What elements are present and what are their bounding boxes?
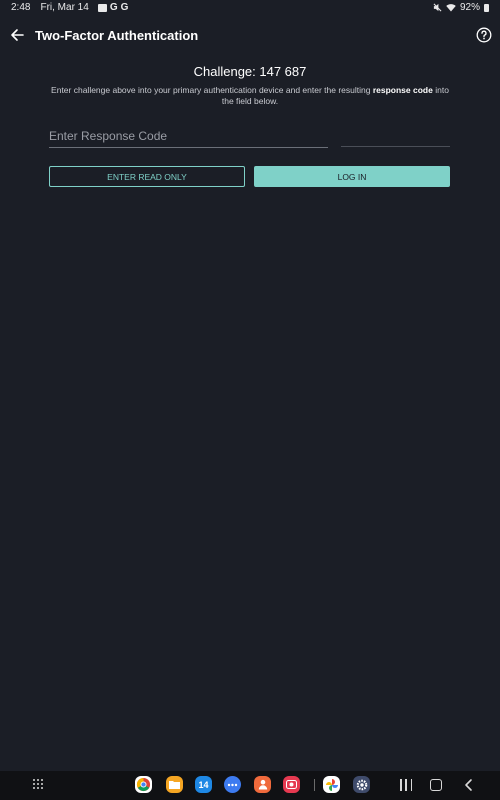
navigation-bar: 14: [0, 771, 500, 800]
chrome-logo: [136, 777, 151, 792]
challenge-code: Challenge: 147 687: [193, 64, 307, 79]
page-title: Two-Factor Authentication: [35, 28, 199, 43]
battery-level: 92%: [459, 2, 480, 13]
photos-icon[interactable]: [323, 776, 340, 793]
status-time: 2:48: [11, 2, 31, 13]
google-icon: G: [109, 1, 118, 13]
screen: 2:48 Fri, Mar 14 G G 92% Two-Factor Auth…: [0, 0, 500, 800]
question-circle-icon: [476, 27, 492, 43]
record-glyph: [286, 780, 297, 789]
person-glyph: [258, 779, 267, 790]
status-left: 2:48 Fri, Mar 14 G G: [11, 2, 128, 13]
chrome-icon[interactable]: [135, 776, 152, 793]
battery-icon: [484, 3, 489, 12]
status-bar: 2:48 Fri, Mar 14 G G 92%: [0, 0, 500, 16]
notification-icons: G G: [97, 1, 129, 13]
secondary-field-underline: [341, 146, 450, 147]
mute-icon: [433, 3, 442, 12]
calendar-day: 14: [198, 779, 209, 790]
dots-glyph: [227, 783, 238, 786]
wifi-icon: [446, 4, 456, 12]
photo-icon: [97, 3, 107, 12]
response-code-input[interactable]: [49, 127, 328, 145]
instructions-bold-code: code: [413, 85, 433, 95]
pinwheel-glyph: [325, 778, 338, 791]
instructions-text: Enter challenge above into your primary …: [44, 85, 456, 107]
nav-back-icon[interactable]: [462, 778, 476, 792]
files-icon[interactable]: [166, 776, 183, 793]
messages-icon[interactable]: [224, 776, 241, 793]
instructions-bold-response: response: [372, 85, 411, 95]
app-bar: Two-Factor Authentication: [0, 20, 500, 52]
response-code-field[interactable]: [49, 127, 328, 148]
help-button[interactable]: [474, 25, 494, 45]
back-button[interactable]: [6, 24, 28, 46]
google-icon: G: [120, 1, 129, 13]
screen-recorder-icon[interactable]: [283, 776, 300, 793]
app-drawer-icon[interactable]: [33, 779, 45, 791]
gear-icon: [356, 779, 367, 790]
log-in-button[interactable]: LOG IN: [254, 166, 450, 187]
recents-icon[interactable]: [400, 779, 412, 791]
enter-read-only-button[interactable]: ENTER READ ONLY: [49, 166, 245, 187]
calendar-icon[interactable]: 14: [195, 776, 212, 793]
contacts-icon[interactable]: [254, 776, 271, 793]
folder-glyph: [169, 781, 180, 789]
settings-icon[interactable]: [353, 776, 370, 793]
arrow-left-icon: [11, 29, 24, 41]
status-right: 92%: [433, 2, 489, 13]
home-icon[interactable]: [430, 779, 442, 791]
status-date: Fri, Mar 14: [40, 2, 89, 13]
instructions-pre: Enter challenge above into your primary …: [51, 85, 371, 95]
dock-separator: [314, 779, 315, 791]
